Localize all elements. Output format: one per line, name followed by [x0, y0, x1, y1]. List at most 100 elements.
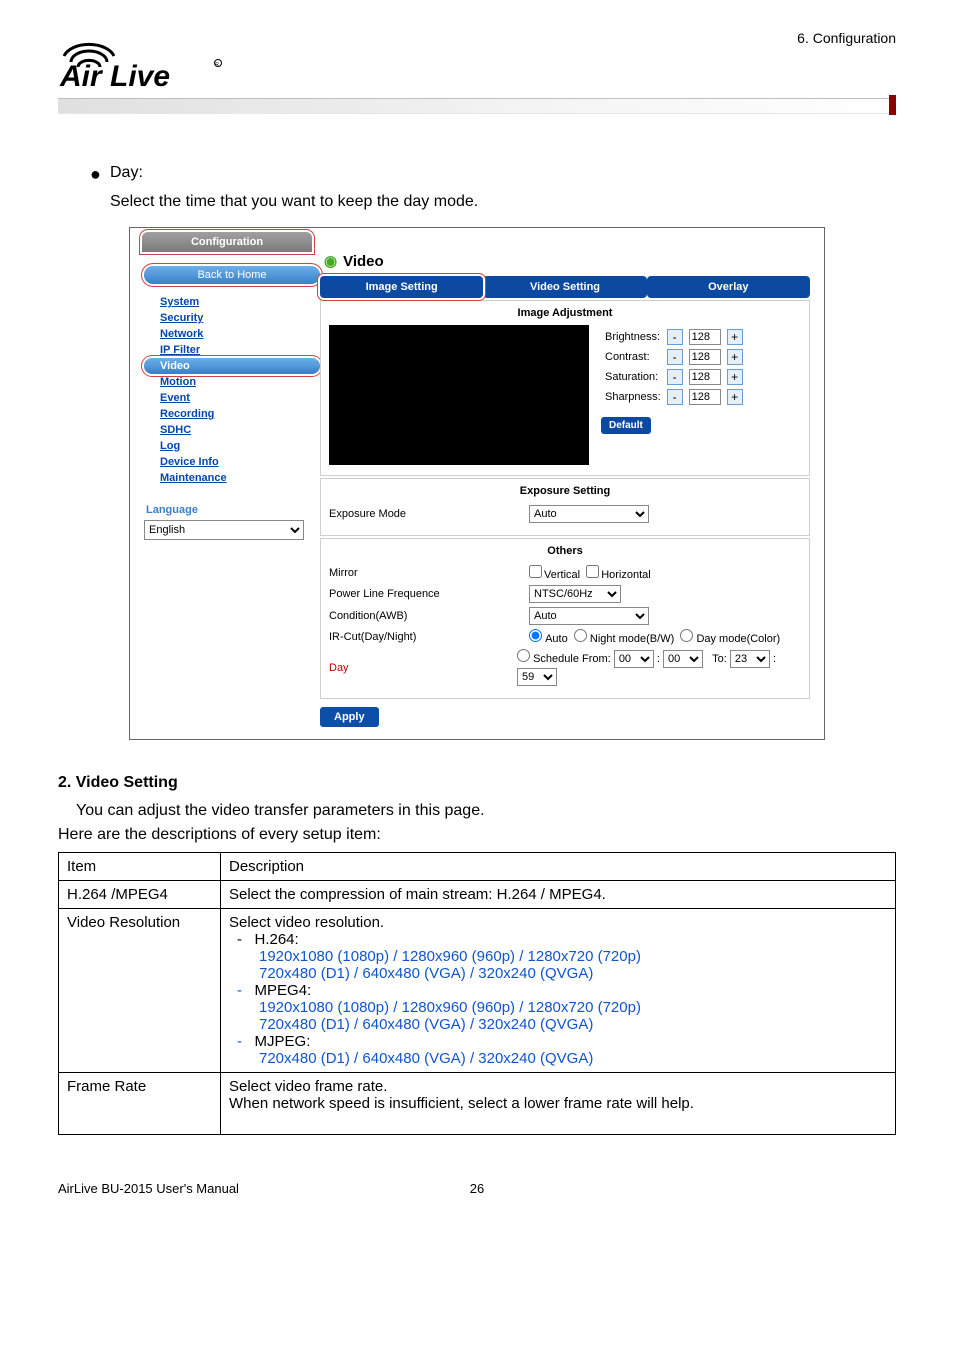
brightness-plus-button[interactable]: + — [727, 329, 743, 345]
brightness-input[interactable] — [689, 329, 721, 345]
plf-label: Power Line Frequence — [329, 588, 529, 600]
schedule-radio[interactable] — [517, 649, 530, 662]
exposure-title: Exposure Setting — [329, 485, 801, 497]
saturation-minus-button[interactable]: - — [667, 369, 683, 385]
header-divider — [58, 98, 896, 114]
exposure-mode-select[interactable]: Auto — [529, 505, 649, 523]
saturation-plus-button[interactable]: + — [727, 369, 743, 385]
ircut-night-radio[interactable] — [574, 629, 587, 642]
globe-icon: ◉ — [324, 252, 337, 270]
contrast-label: Contrast: — [603, 349, 663, 365]
page-number: 26 — [470, 1181, 484, 1196]
section2-heading: 2. Video Setting — [58, 774, 896, 792]
nav-system[interactable]: System — [144, 294, 320, 310]
tab-image-setting[interactable]: Image Setting — [320, 276, 483, 298]
schedule-from-label: Schedule From: — [533, 653, 611, 665]
bullet-title: Day: — [110, 164, 143, 182]
brightness-label: Brightness: — [603, 329, 663, 345]
nav-recording[interactable]: Recording — [144, 406, 320, 422]
r2-h264-a: 1920x1080 (1080p) / 1280x960 (960p) / 12… — [259, 948, 887, 965]
nav-motion[interactable]: Motion — [144, 374, 320, 390]
video-title-text: Video — [343, 253, 384, 270]
nav-security[interactable]: Security — [144, 310, 320, 326]
sched-m2-select[interactable]: 59 — [517, 668, 557, 686]
nav-maintenance[interactable]: Maintenance — [144, 470, 320, 486]
r2-mpeg4-b: 720x480 (D1) / 640x480 (VGA) / 320x240 (… — [259, 1016, 887, 1033]
language-select[interactable]: English — [144, 520, 304, 540]
section2-line1: You can adjust the video transfer parame… — [76, 802, 896, 820]
nav-list: System Security Network IP Filter Video … — [144, 294, 320, 486]
contrast-plus-button[interactable]: + — [727, 349, 743, 365]
nav-sdhc[interactable]: SDHC — [144, 422, 320, 438]
saturation-label: Saturation: — [603, 369, 663, 385]
ircut-auto-radio[interactable] — [529, 629, 542, 642]
mirror-label: Mirror — [329, 567, 529, 579]
ircut-label: IR-Cut(Day/Night) — [329, 631, 529, 643]
nav-device-info[interactable]: Device Info — [144, 454, 320, 470]
vertical-checkbox[interactable] — [529, 565, 542, 578]
default-button[interactable]: Default — [601, 417, 651, 434]
r2-mpeg4-a: 1920x1080 (1080p) / 1280x960 (960p) / 12… — [259, 999, 887, 1016]
r3-item: Frame Rate — [59, 1073, 221, 1135]
ircut-night-label: Night mode(B/W) — [590, 633, 674, 645]
contrast-input[interactable] — [689, 349, 721, 365]
condition-label: Condition(AWB) — [329, 610, 529, 622]
th-item: Item — [59, 853, 221, 881]
sched-m1-select[interactable]: 00 — [663, 650, 703, 668]
condition-select[interactable]: Auto — [529, 607, 649, 625]
r2-mjpeg: MJPEG: — [255, 1033, 311, 1050]
r2-h264: H.264: — [255, 931, 299, 948]
th-desc: Description — [221, 853, 896, 881]
svg-text:Air Live: Air Live — [59, 60, 170, 92]
image-adjustment-title: Image Adjustment — [329, 307, 801, 319]
video-screenshot: Configuration Back to Home System Securi… — [129, 227, 825, 740]
logo: Air Live R — [58, 34, 896, 92]
description-table: Item Description H.264 /MPEG4 Select the… — [58, 852, 896, 1135]
to-label: To: — [712, 653, 727, 665]
apply-button[interactable]: Apply — [320, 707, 379, 727]
saturation-input[interactable] — [689, 369, 721, 385]
tab-overlay[interactable]: Overlay — [647, 276, 810, 298]
r1-desc: Select the compression of main stream: H… — [221, 881, 896, 909]
section2-line2: Here are the descriptions of every setup… — [58, 826, 896, 844]
nav-log[interactable]: Log — [144, 438, 320, 454]
breadcrumb: 6. Configuration — [797, 30, 896, 46]
configuration-tab[interactable]: Configuration — [142, 232, 312, 252]
sharpness-plus-button[interactable]: + — [727, 389, 743, 405]
r3-desc: Select video frame rate. When network sp… — [221, 1073, 896, 1135]
day-label: Day — [329, 662, 517, 674]
r1-item: H.264 /MPEG4 — [59, 881, 221, 909]
r2-h264-b: 720x480 (D1) / 640x480 (VGA) / 320x240 (… — [259, 965, 887, 982]
sharpness-label: Sharpness: — [603, 389, 663, 405]
sched-h1-select[interactable]: 00 — [614, 650, 654, 668]
back-to-home-button[interactable]: Back to Home — [144, 266, 320, 284]
language-label: Language — [144, 504, 320, 516]
horizontal-checkbox[interactable] — [586, 565, 599, 578]
nav-ip-filter[interactable]: IP Filter — [144, 342, 320, 358]
sharpness-minus-button[interactable]: - — [667, 389, 683, 405]
sharpness-input[interactable] — [689, 389, 721, 405]
plf-select[interactable]: NTSC/60Hz — [529, 585, 621, 603]
r2-desc: Select video resolution. - H.264: 1920x1… — [221, 909, 896, 1073]
vertical-label: Vertical — [544, 569, 580, 581]
r2-mpeg4: MPEG4: — [255, 982, 312, 999]
r3-l2: When network speed is insufficient, sele… — [229, 1095, 887, 1112]
ircut-day-radio[interactable] — [680, 629, 693, 642]
svg-text:R: R — [215, 62, 219, 68]
nav-network[interactable]: Network — [144, 326, 320, 342]
sched-h2-select[interactable]: 23 — [730, 650, 770, 668]
nav-event[interactable]: Event — [144, 390, 320, 406]
tab-video-setting[interactable]: Video Setting — [483, 276, 646, 298]
contrast-minus-button[interactable]: - — [667, 349, 683, 365]
bullet-dot: ● — [90, 164, 110, 185]
bullet-desc: Select the time that you want to keep th… — [110, 193, 896, 211]
footer-left: AirLive BU-2015 User's Manual — [58, 1181, 239, 1196]
r2-mjpeg-a: 720x480 (D1) / 640x480 (VGA) / 320x240 (… — [259, 1050, 887, 1067]
ircut-auto-label: Auto — [545, 633, 568, 645]
ircut-day-label: Day mode(Color) — [696, 633, 780, 645]
horizontal-label: Horizontal — [601, 569, 651, 581]
others-title: Others — [329, 545, 801, 557]
brightness-minus-button[interactable]: - — [667, 329, 683, 345]
r2-l1: Select video resolution. — [229, 914, 887, 931]
nav-video[interactable]: Video — [144, 358, 320, 374]
